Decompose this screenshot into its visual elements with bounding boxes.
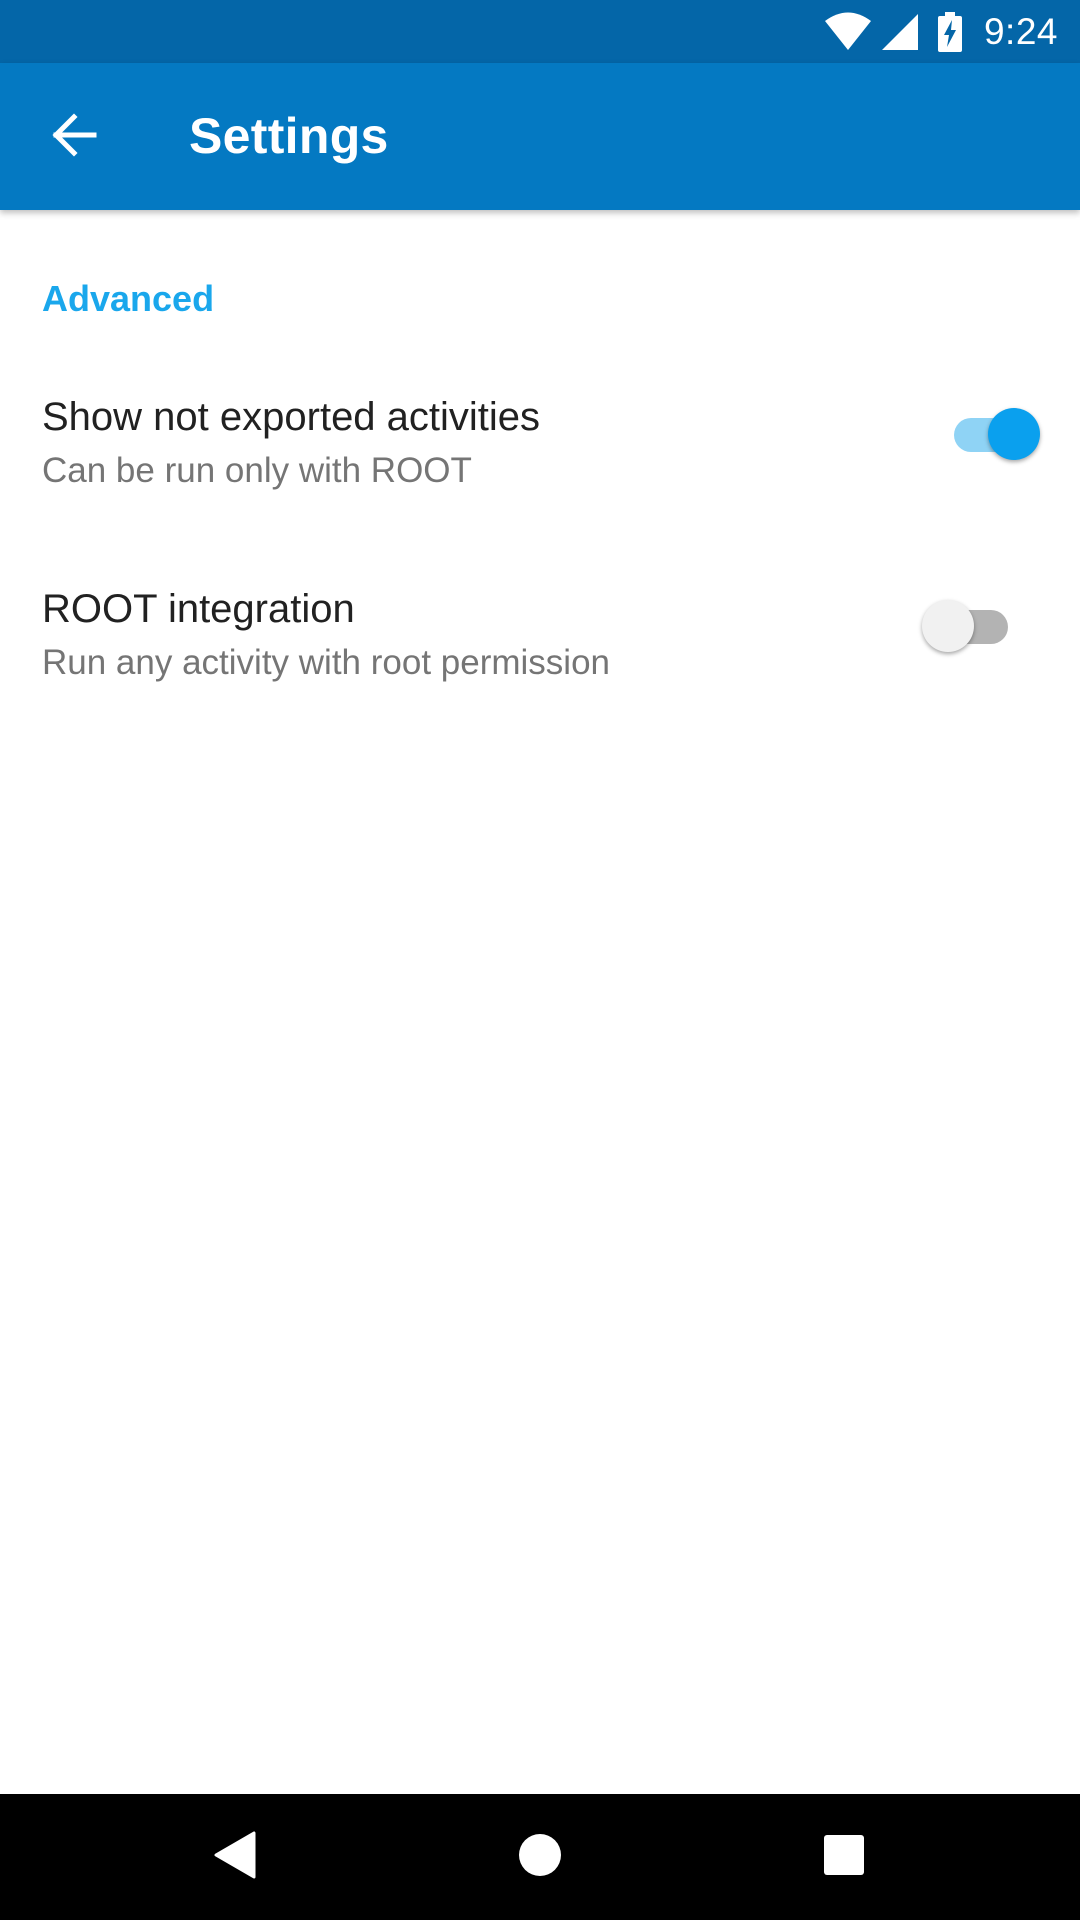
nav-home-icon: [518, 1833, 562, 1882]
status-icons: 9:24: [824, 0, 1058, 63]
setting-root-integration[interactable]: ROOT integration Run any activity with r…: [0, 587, 1080, 767]
switch-thumb: [988, 408, 1040, 460]
switch-thumb: [922, 600, 974, 652]
root-integration-switch[interactable]: [922, 594, 1016, 654]
back-button[interactable]: [30, 97, 118, 177]
setting-summary: Can be run only with ROOT: [42, 451, 472, 490]
section-header-advanced: Advanced: [42, 278, 215, 319]
nav-back-button[interactable]: [196, 1817, 276, 1897]
show-not-exported-switch[interactable]: [946, 402, 1040, 462]
nav-back-icon: [214, 1831, 258, 1884]
arrow-left-icon: [50, 111, 98, 164]
setting-title: ROOT integration: [42, 587, 355, 631]
setting-show-not-exported-activities[interactable]: Show not exported activities Can be run …: [0, 395, 1080, 575]
nav-home-button[interactable]: [500, 1817, 580, 1897]
wifi-icon: [824, 12, 872, 52]
status-bar: 9:24: [0, 0, 1080, 63]
nav-recents-button[interactable]: [804, 1817, 884, 1897]
page-title: Settings: [189, 108, 389, 164]
status-time: 9:24: [983, 10, 1058, 52]
app-bar: Settings: [0, 63, 1080, 210]
nav-recents-icon: [823, 1834, 865, 1881]
navigation-bar: [0, 1794, 1080, 1920]
setting-title: Show not exported activities: [42, 395, 541, 439]
signal-icon: [880, 12, 920, 52]
setting-summary: Run any activity with root permission: [42, 643, 610, 682]
battery-charging-icon: [937, 11, 962, 52]
